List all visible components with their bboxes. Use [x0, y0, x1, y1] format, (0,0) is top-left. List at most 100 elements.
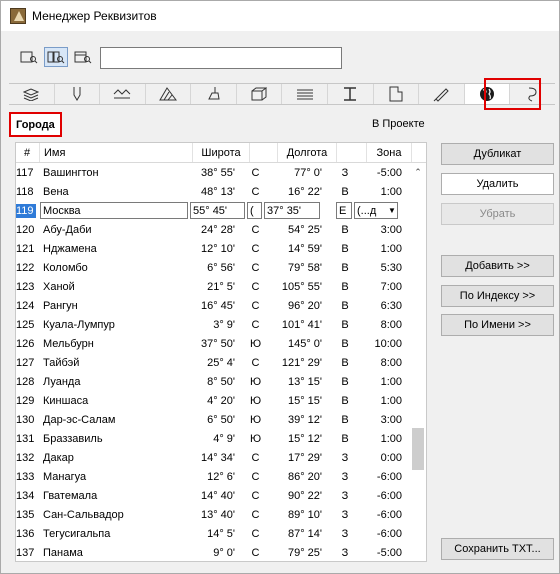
latitude: 12° 10': [200, 242, 235, 255]
column-header-zone[interactable]: Зона: [367, 143, 412, 162]
table-row[interactable]: 117 Вашингтон 38° 55' С 77° 0' З -5:00: [16, 163, 410, 182]
row-number: 137: [16, 546, 35, 559]
table-row[interactable]: 129 Киншаса 4° 20' Ю 15° 15' В 1:00: [16, 391, 410, 410]
by-index-button[interactable]: По Индексу >>: [441, 285, 554, 307]
table-scrollbar[interactable]: ⌃: [410, 163, 426, 561]
fill-icon: [159, 87, 178, 101]
scroll-thumb[interactable]: [412, 428, 424, 470]
zone-dropdown[interactable]: (...д ▼: [354, 202, 398, 219]
longitude-hemisphere: В: [341, 413, 349, 426]
longitude-hemisphere: В: [341, 223, 349, 236]
longitude: 121° 29': [281, 356, 322, 369]
row-number: 119: [16, 203, 36, 218]
longitude: 14° 59': [287, 242, 322, 255]
table-row[interactable]: 136 Тегусигальпа 14° 5' С 87° 14' З -6:00: [16, 524, 410, 543]
column-header-name[interactable]: Имя: [40, 143, 193, 162]
remove-button[interactable]: Убрать: [441, 203, 554, 225]
table-row[interactable]: 130 Дар-эс-Салам 6° 50' Ю 39° 12' В 3:00: [16, 410, 410, 429]
grid-view-icon: [47, 51, 65, 64]
save-txt-button[interactable]: Сохранить TXT...: [441, 538, 554, 560]
profile-icon: [296, 89, 313, 100]
brush-icon: [207, 87, 220, 100]
latitude-hemisphere: С: [251, 470, 260, 483]
tab-zone-categories[interactable]: [374, 84, 420, 104]
name-edit-field[interactable]: Москва: [40, 202, 188, 219]
time-zone: 1:00: [380, 375, 402, 388]
longitude-hemisphere: З: [341, 546, 349, 559]
row-number: 136: [16, 527, 35, 540]
table-row[interactable]: 123 Ханой 21° 5' С 105° 55' В 7:00: [16, 277, 410, 296]
longitude-hemisphere: З: [341, 451, 349, 464]
duplicate-button[interactable]: Дубликат: [441, 143, 554, 165]
grid-view-button[interactable]: [44, 47, 68, 67]
latitude: 12° 6': [207, 470, 235, 483]
table-row[interactable]: 133 Манагуа 12° 6' С 86° 20' З -6:00: [16, 467, 410, 486]
city-name: Мельбурн: [43, 337, 94, 350]
section-title: Города: [9, 112, 62, 137]
column-header-lat[interactable]: Широта: [193, 143, 250, 162]
table-row[interactable]: 131 Браззавиль 4° 9' Ю 15° 12' В 1:00: [16, 429, 410, 448]
tab-building-materials[interactable]: [237, 84, 283, 104]
zone-category-icon: [389, 86, 403, 102]
time-zone: 7:00: [380, 280, 402, 293]
table-row[interactable]: 121 Нджамена 12° 10' С 14° 59' В 1:00: [16, 239, 410, 258]
ew-dropdown[interactable]: E: [336, 202, 352, 219]
list-view-button[interactable]: [17, 47, 41, 67]
title-bar: Менеджер Реквизитов: [1, 1, 559, 31]
table-row[interactable]: 132 Дакар 14° 34' С 17° 29' З 0:00: [16, 448, 410, 467]
table-row[interactable]: 126 Мельбурн 37° 50' Ю 145° 0' В 10:00: [16, 334, 410, 353]
preview-view-button[interactable]: [71, 47, 95, 67]
column-header-num[interactable]: #: [16, 143, 40, 162]
mep-icon: [528, 87, 537, 102]
tab-fills[interactable]: [146, 84, 192, 104]
city-name: Вена: [43, 185, 69, 198]
row-number: 120: [16, 223, 35, 236]
table-row[interactable]: 125 Куала-Лумпур 3° 9' С 101° 41' В 8:00: [16, 315, 410, 334]
table-row[interactable]: 135 Сан-Сальвадор 13° 40' С 89° 10' З -6:00: [16, 505, 410, 524]
tab-line-types[interactable]: [100, 84, 146, 104]
longitude-hemisphere: З: [341, 470, 349, 483]
table-row[interactable]: 118 Вена 48° 13' С 16° 22' В 1:00: [16, 182, 410, 201]
column-header-lon[interactable]: Долгота: [278, 143, 337, 162]
time-zone: 1:00: [380, 242, 402, 255]
city-name: Куала-Лумпур: [43, 318, 115, 331]
tab-mep-systems[interactable]: [510, 84, 555, 104]
longitude: 16° 22': [287, 185, 322, 198]
latitude-hemisphere: С: [251, 223, 260, 236]
column-header-ns[interactable]: [250, 143, 278, 162]
tab-pen-sets[interactable]: [419, 84, 465, 104]
search-input[interactable]: [100, 47, 342, 69]
table-row[interactable]: 127 Тайбэй 25° 4' С 121° 29' В 8:00: [16, 353, 410, 372]
table-row[interactable]: 120 Абу-Даби 24° 28' С 54° 25' В 3:00: [16, 220, 410, 239]
tab-beams[interactable]: [328, 84, 374, 104]
latitude-edit-field[interactable]: 55° 45': [190, 202, 245, 219]
scroll-up-icon[interactable]: ⌃: [413, 167, 423, 177]
row-number: 118: [16, 185, 34, 198]
tab-pens[interactable]: [55, 84, 101, 104]
latitude: 13° 40': [200, 508, 235, 521]
column-header-ew[interactable]: [337, 143, 367, 162]
table-row[interactable]: 122 Коломбо 6° 56' С 79° 58' В 5:30: [16, 258, 410, 277]
chevron-down-icon: ▼: [388, 206, 396, 215]
tab-profiles[interactable]: [282, 84, 329, 104]
latitude-hemisphere: С: [251, 356, 260, 369]
tab-brushes[interactable]: [191, 84, 237, 104]
table-row[interactable]: 128 Луанда 8° 50' Ю 13° 15' В 1:00: [16, 372, 410, 391]
ns-dropdown[interactable]: (: [247, 202, 262, 219]
city-name: Тегусигальпа: [43, 527, 111, 540]
table-row-editing[interactable]: 119 Москва 55° 45'(37° 35' E (...д ▼: [16, 201, 410, 220]
add-button[interactable]: Добавить >>: [441, 255, 554, 277]
delete-button[interactable]: Удалить: [441, 173, 554, 195]
tab-cities[interactable]: [464, 84, 511, 104]
longitude-edit-field[interactable]: 37° 35': [264, 202, 320, 219]
latitude-hemisphere: С: [251, 185, 260, 198]
tab-layers[interactable]: [9, 84, 55, 104]
attribute-manager-window: Менеджер Реквизитов Города В Проекте # И: [0, 0, 560, 574]
latitude: 48° 13': [200, 185, 235, 198]
table-row[interactable]: 137 Панама 9° 0' С 79° 25' З -5:00: [16, 543, 410, 562]
by-name-button[interactable]: По Имени >>: [441, 314, 554, 336]
city-name: Браззавиль: [43, 432, 103, 445]
table-row[interactable]: 134 Гватемала 14° 40' С 90° 22' З -6:00: [16, 486, 410, 505]
table-row[interactable]: 124 Рангун 16° 45' С 96° 20' В 6:30: [16, 296, 410, 315]
longitude-hemisphere: В: [341, 432, 349, 445]
